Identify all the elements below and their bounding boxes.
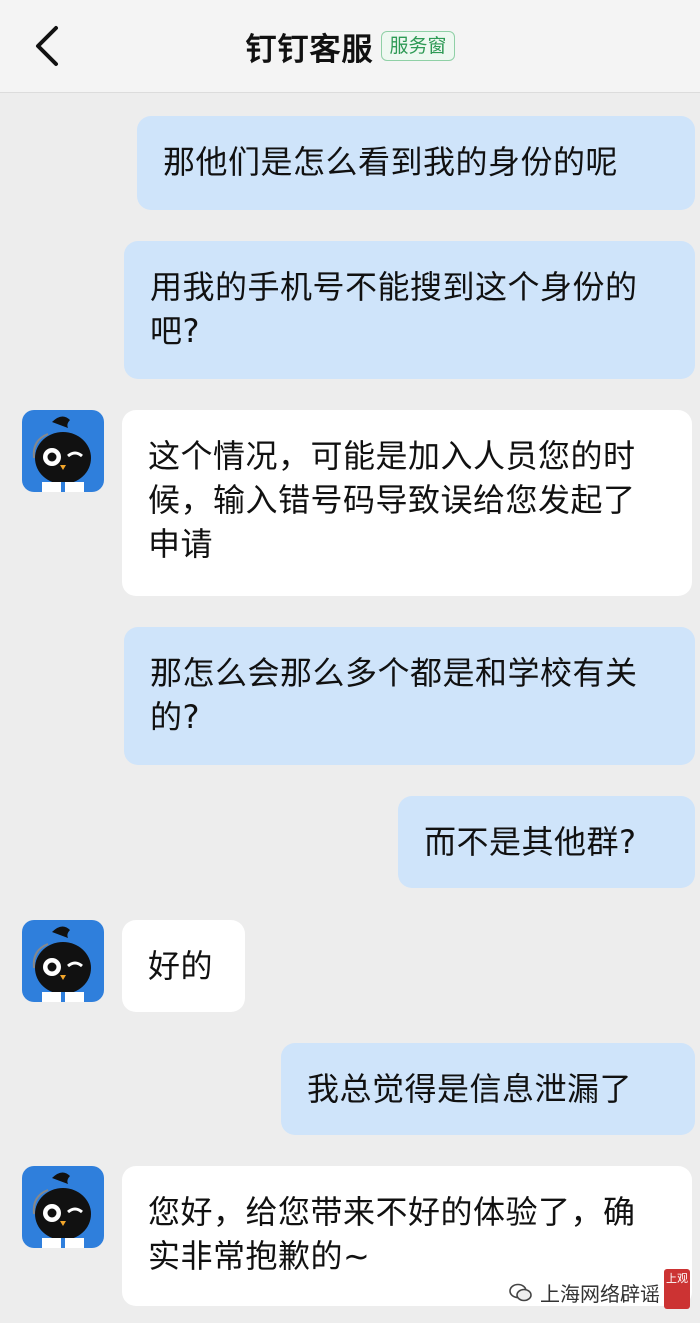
user-message-bubble[interactable]: 那他们是怎么看到我的身份的呢 (137, 116, 695, 210)
wechat-icon (509, 1283, 532, 1301)
message-text: 而不是其他群? (424, 823, 637, 861)
title-area: 钉钉客服 服务窗 (0, 24, 700, 68)
seal-stamp: 上观 (664, 1269, 690, 1309)
service-window-badge: 服务窗 (381, 31, 455, 61)
watermark: 上海网络辟谣 (508, 1278, 660, 1307)
message-text: 我总觉得是信息泄漏了 (307, 1070, 633, 1108)
mascot-icon (32, 926, 91, 1002)
chat-title: 钉钉客服 (245, 31, 374, 68)
bot-message-bubble[interactable]: 这个情况，可能是加入人员您的时候，输入错号码导致误给您发起了申请 (122, 410, 692, 596)
bot-message-bubble[interactable]: 好的 (122, 920, 245, 1012)
bot-avatar[interactable] (22, 1166, 104, 1248)
message-text: 您好，给您带来不好的体验了，确实非常抱歉的~ (148, 1193, 636, 1275)
user-message-bubble[interactable]: 我总觉得是信息泄漏了 (281, 1043, 695, 1135)
message-text: 那怎么会那么多个都是和学校有关的? (150, 654, 638, 736)
bot-avatar[interactable] (22, 920, 104, 1002)
mascot-icon (32, 1172, 91, 1248)
watermark-text: 上海网络辟谣 (540, 1282, 660, 1306)
user-message-bubble[interactable]: 用我的手机号不能搜到这个身份的吧? (124, 241, 695, 379)
mascot-icon (32, 416, 91, 492)
user-message-bubble[interactable]: 而不是其他群? (398, 796, 695, 888)
message-text: 这个情况，可能是加入人员您的时候，输入错号码导致误给您发起了申请 (148, 437, 636, 563)
bot-avatar[interactable] (22, 410, 104, 492)
message-text: 好的 (148, 947, 214, 985)
message-text: 那他们是怎么看到我的身份的呢 (163, 143, 619, 181)
chat-header: 钉钉客服 服务窗 (0, 0, 700, 93)
message-text: 用我的手机号不能搜到这个身份的吧? (150, 268, 638, 350)
user-message-bubble[interactable]: 那怎么会那么多个都是和学校有关的? (124, 627, 695, 765)
